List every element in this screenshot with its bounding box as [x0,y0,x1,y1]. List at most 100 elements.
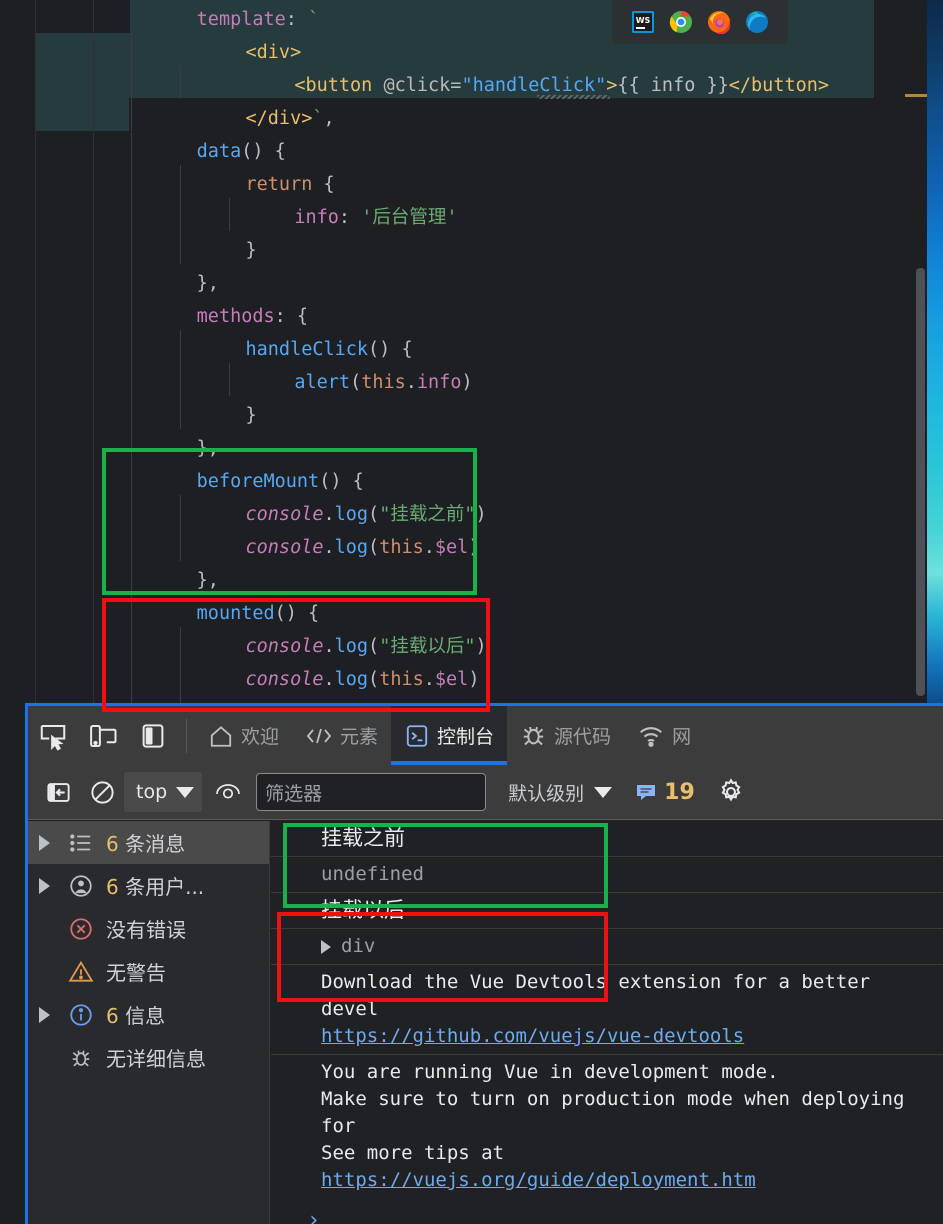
vue-deployment-link[interactable]: https://vuejs.org/guide/deployment.htm [321,1169,756,1191]
sidebar-item-label: 6 条消息 [106,832,186,856]
tab-welcome[interactable]: 欢迎 [195,706,292,765]
dock-side-icon[interactable] [128,706,178,765]
code-line: handleClick() { [0,330,927,363]
log-message: Download the Vue Devtools extension for … [321,971,871,1020]
tab-network-label: 网 [672,726,692,748]
code-token: : [285,9,309,30]
code-token: . [323,669,335,690]
expand-arrow-icon[interactable] [32,834,56,851]
code-token: this [361,372,406,393]
prompt-chevron-icon: › [307,1208,321,1224]
sidebar-item-label: 6 信息 [106,1004,166,1028]
code-line: <button @click="handleClick">{{ info }}<… [0,66,927,99]
vue-devtools-link[interactable]: https://github.com/vuejs/vue-devtools [321,1025,744,1047]
bug-icon [64,1045,98,1071]
bug-icon [523,726,544,746]
tab-elements-label: 元素 [340,726,379,748]
code-token: : { [274,306,309,327]
code-line: <div> [0,33,927,66]
log-row[interactable]: 挂载以后 [271,893,943,929]
webstorm-icon[interactable]: WS [631,10,655,34]
sidebar-item-warnings[interactable]: 无警告 [28,950,269,993]
sidebar-item-messages[interactable]: 6 条消息 [28,821,269,864]
sidebar-item-user[interactable]: 6 条用户... [28,864,269,907]
code-token: beforeMount [196,471,320,492]
code-token: , [323,108,335,129]
devtools-window: 欢迎 元素 控制台 源代码 网 top 筛选器 默认级别 19 6 条消息 6 … [25,703,943,1224]
tab-sources[interactable]: 源代码 [507,706,624,765]
code-token: $el [434,669,469,690]
tab-network[interactable]: 网 [624,706,704,765]
log-row[interactable]: You are running Vue in development mode. [271,1055,943,1086]
log-row[interactable]: 挂载之前 [271,821,943,857]
log-row[interactable]: Make sure to turn on production mode whe… [271,1086,943,1140]
code-token: ) [475,504,487,525]
open-in-browser-popup[interactable]: WS [612,0,788,44]
tabbar-divider [186,718,187,753]
chevron-down-icon [176,786,195,798]
edge-icon[interactable] [745,10,769,34]
code-token: alert [294,372,351,393]
log-level-select[interactable]: 默认级别 [508,779,613,806]
log-row[interactable]: https://github.com/vuejs/vue-devtools [271,1023,943,1055]
code-token: this [379,537,424,558]
network-icon [640,726,663,747]
code-token: handleClick [245,339,369,360]
log-row[interactable]: See more tips at https://vuejs.org/guide… [271,1140,943,1198]
code-token: log [334,669,369,690]
code-token: ` [308,9,320,30]
code-token: . [323,504,335,525]
live-expression-icon[interactable] [206,770,250,814]
expand-arrow-icon[interactable] [32,1006,56,1023]
settings-gear-icon[interactable] [709,770,753,814]
chevron-down-icon [594,786,613,798]
code-token: return [245,174,313,195]
code-token: ( [368,537,380,558]
code-line: methods: { [0,297,927,330]
code-token: ( [368,669,380,690]
message-count-badge[interactable]: 19 [634,780,695,805]
code-token: . [323,537,335,558]
code-line: console.log("挂载以后") [0,627,927,660]
code-token: console [245,537,324,558]
console-prompt[interactable]: › [271,1198,943,1224]
console-sidebar-toggle[interactable] [36,770,80,814]
console-log-area[interactable]: 挂载之前 undefined 挂载以后 div Download the Vue… [271,821,943,1224]
list-icon [64,830,98,856]
sidebar-item-errors[interactable]: 没有错误 [28,907,269,950]
sidebar-item-verbose[interactable]: 无详细信息 [28,1036,269,1079]
tab-console[interactable]: 控制台 [391,706,508,765]
expand-arrow-icon[interactable] [32,877,56,894]
log-row-expandable[interactable]: div [271,929,943,965]
code-token: ) [461,372,473,393]
expand-arrow-icon[interactable] [321,939,331,954]
editor-warning-marker[interactable] [905,94,927,97]
warning-icon [64,959,98,985]
code-token: info [416,372,462,393]
code-token: } [245,240,257,261]
tab-console-label: 控制台 [437,726,495,748]
device-toolbar-icon[interactable] [78,706,128,765]
log-row[interactable]: Download the Vue Devtools extension for … [271,965,943,1023]
console-filter-input[interactable]: 筛选器 [256,773,487,811]
svg-text:WS: WS [636,16,651,25]
code-token: () { [274,603,320,624]
chrome-icon[interactable] [669,10,693,34]
code-token: </div> [245,108,313,129]
error-icon [64,916,98,942]
code-editor[interactable]: template: ` <div> <button @click="handleCl… [0,0,927,716]
tab-elements[interactable]: 元素 [292,706,391,765]
clear-console-button[interactable] [80,770,124,814]
execution-context-select[interactable]: top [124,772,203,812]
code-line: console.log("挂载之前") [0,495,927,528]
firefox-icon[interactable] [707,10,731,35]
log-row[interactable]: undefined [271,857,943,893]
code-line: console.log(this.$el) [0,528,927,561]
code-token: $el [434,537,469,558]
editor-scrollbar-thumb[interactable] [916,268,925,696]
inspect-element-icon[interactable] [28,706,78,765]
info-icon [64,1002,98,1028]
code-token: this [379,669,424,690]
sidebar-item-info[interactable]: 6 信息 [28,993,269,1036]
code-token: ) [475,636,487,657]
